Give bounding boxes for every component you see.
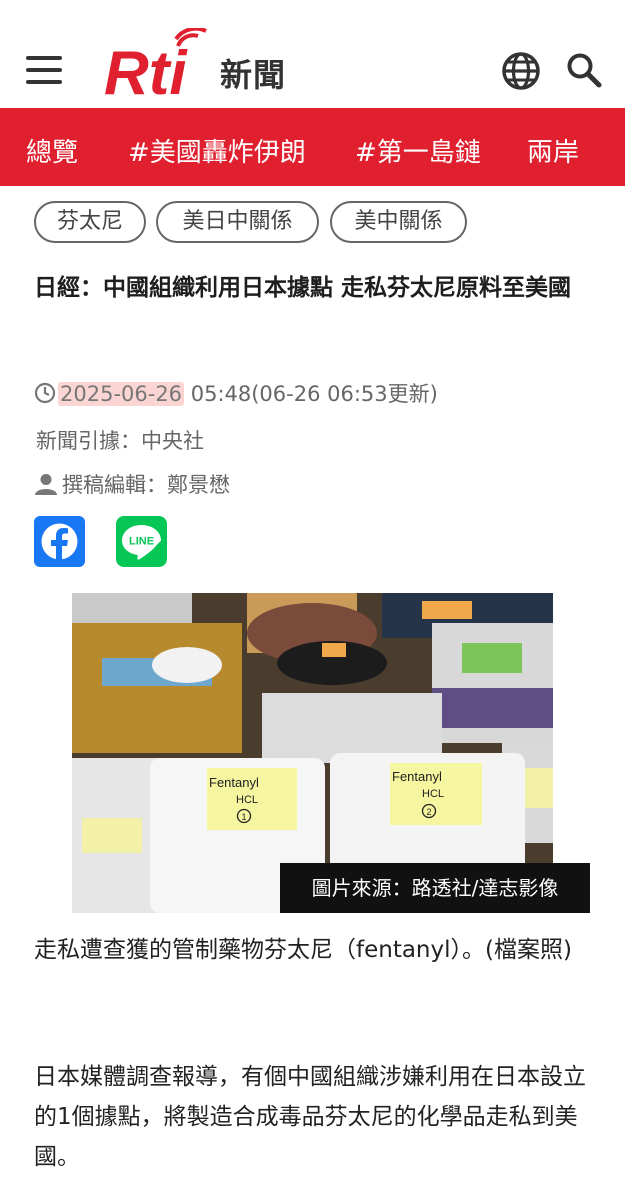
clock-icon: [34, 382, 56, 404]
editor-line: 撰稿編輯：鄭景懋: [34, 469, 230, 499]
photo-caption: 走私遭查獲的管制藥物芬太尼（fentanyl）。(檔案照): [34, 937, 572, 963]
editor-name: 撰稿編輯：鄭景懋: [62, 473, 230, 497]
news-source: 新聞引據：中央社: [36, 429, 204, 453]
line-label: LINE: [129, 536, 154, 548]
photo-label-num-2: 2: [426, 807, 431, 817]
tag-fentanyl[interactable]: 芬太尼: [34, 201, 146, 243]
tag-us-japan-china[interactable]: 美日中關係: [156, 201, 319, 243]
photo-label-fentanyl-2: Fentanyl: [392, 769, 442, 784]
line-share-button[interactable]: LINE: [116, 516, 167, 567]
tag-us-china[interactable]: 美中關係: [330, 201, 467, 243]
nav-item-overview[interactable]: 總覽: [26, 132, 78, 169]
user-icon: [35, 474, 57, 495]
header: Rti 新聞: [0, 0, 625, 108]
rti-logo[interactable]: Rti: [104, 28, 216, 100]
date-highlight: 2025-06-26: [58, 382, 185, 406]
globe-icon[interactable]: [501, 51, 541, 91]
nav-item-cross-strait[interactable]: 兩岸: [527, 132, 579, 169]
photo-credit: 圖片來源：路透社/達志影像: [280, 863, 590, 913]
logo-subtitle: 新聞: [220, 56, 287, 94]
article-paragraph: 日本媒體調查報導，有個中國組織涉嫌利用在日本設立的1個據點，將製造合成毒品芬太尼…: [34, 1064, 586, 1170]
facebook-share-button[interactable]: [34, 516, 85, 567]
category-nav: 總覽 #美國轟炸伊朗 #第一島鏈 兩岸: [0, 108, 625, 186]
article-title: 日經：中國組織利用日本據點 走私芬太尼原料至美國: [34, 275, 572, 301]
nav-item-first-island-chain[interactable]: #第一島鏈: [355, 132, 481, 169]
photo-label-num-1: 1: [241, 812, 246, 822]
time-updated: 05:48(06-26 06:53更新): [184, 382, 438, 406]
photo-label-hcl-1: HCL: [236, 794, 258, 806]
publish-date: 2025-06-26 05:48(06-26 06:53更新): [34, 378, 438, 408]
nav-item-us-strike-iran[interactable]: #美國轟炸伊朗: [128, 132, 306, 169]
photo-label-hcl-2: HCL: [422, 788, 444, 800]
search-icon[interactable]: [566, 52, 602, 88]
photo-label-fentanyl-1: Fentanyl: [209, 775, 259, 790]
menu-icon[interactable]: [26, 54, 62, 86]
rti-logo-text: Rti: [104, 39, 188, 100]
